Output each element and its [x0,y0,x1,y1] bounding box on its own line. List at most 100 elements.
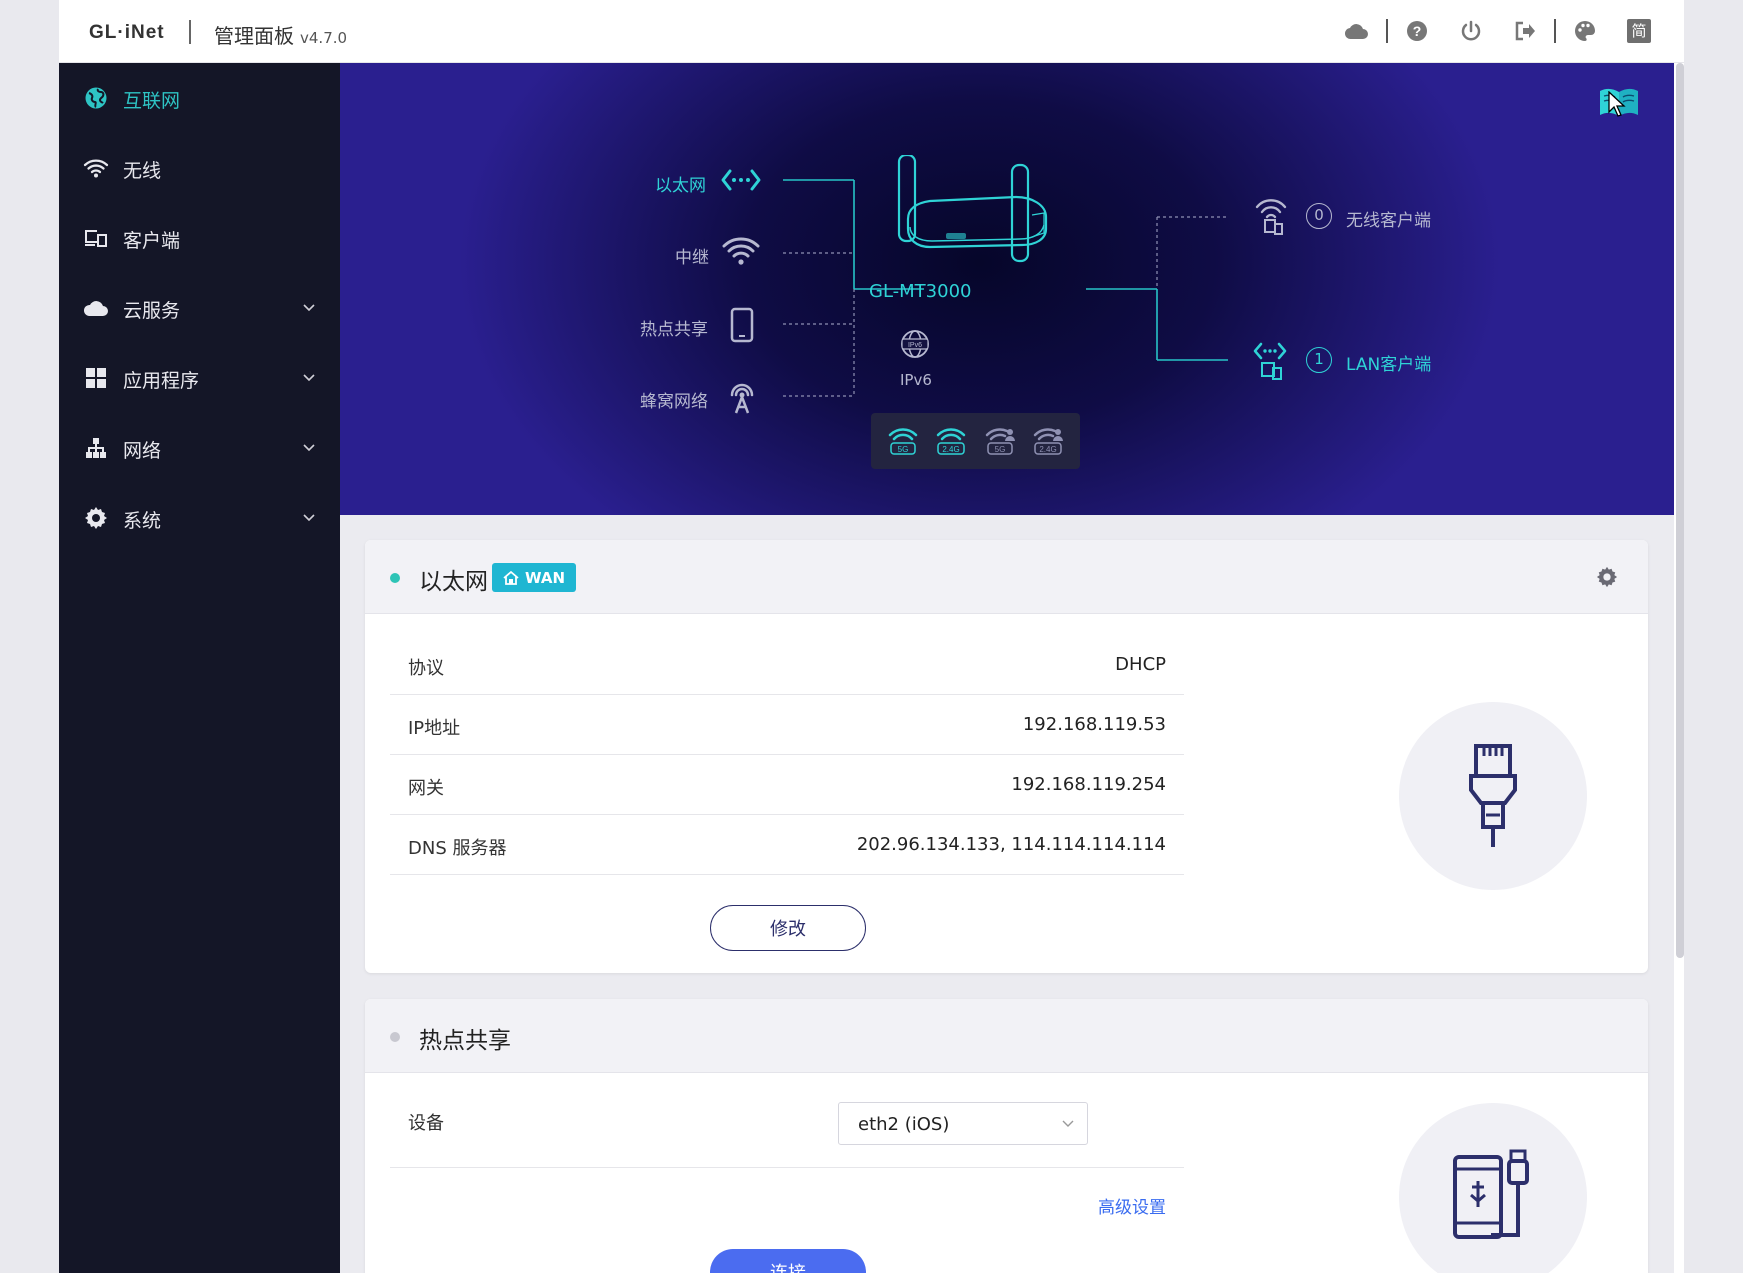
power-icon[interactable] [1458,18,1484,44]
palette-icon[interactable] [1572,18,1598,44]
card-title: 热点共享 [419,1028,511,1054]
tethering-card: 热点共享 设备 eth2 (iOS) 高级设置 连接 [365,999,1648,1273]
status-dot-connected [390,573,400,583]
row-key: 协议 [408,658,444,679]
help-icon[interactable]: ? [1404,18,1430,44]
wireless-client-icon[interactable] [1255,197,1289,239]
row-key: DNS 服务器 [408,838,507,859]
guest-wifi-5g-icon[interactable]: 5G [983,424,1017,458]
ipv6-badge-text: IPv6 [908,342,922,349]
device-select-row: 设备 eth2 (iOS) [390,1073,1184,1168]
device-model-name: GL-MT3000 [869,281,972,302]
wifi-5g-icon[interactable]: 5G [886,424,920,458]
advanced-settings-link[interactable]: 高级设置 [1098,1193,1166,1218]
toolbar-separator [1386,19,1388,43]
sidebar: 互联网 无线 客户端 云服务 应用程序 网络 系统 [59,63,340,1273]
connect-button[interactable]: 连接 [710,1249,866,1273]
lan-client-icon[interactable] [1253,341,1289,385]
ipv6-globe-icon[interactable]: IPv6 [895,329,935,363]
home-icon [503,570,519,585]
wan-badge: WAN [492,563,577,592]
row-key: IP地址 [408,718,461,739]
language-button[interactable]: 简 [1627,19,1651,43]
svg-text:?: ? [1413,23,1422,39]
info-row-ip: IP地址 192.168.119.53 [390,695,1184,755]
sidebar-item-label: 系统 [123,510,162,532]
band-label: 2.4G [943,445,960,454]
wan-badge-label: WAN [525,568,566,587]
device-label: 设备 [408,1113,444,1134]
wireless-client-count[interactable]: 0 [1306,203,1332,229]
sidebar-item-cloud[interactable]: 云服务 [59,273,340,343]
info-row-dns: DNS 服务器 202.96.134.133, 114.114.114.114 [390,815,1184,875]
chevron-down-icon [303,444,315,452]
ipv6-label: IPv6 [900,371,932,389]
band-label: 5G [994,445,1005,454]
cloud-icon[interactable] [1344,18,1370,44]
modify-button[interactable]: 修改 [710,905,866,951]
header-toolbar: ? 简 [1330,18,1666,44]
row-value: 192.168.119.53 [1022,714,1166,735]
card-title: 以太网 [419,569,488,595]
sidebar-item-system[interactable]: 系统 [59,483,340,553]
cloud-icon [83,295,109,321]
top-header: GL·iNet 管理面板 v4.7.0 ? 简 [59,0,1684,63]
main-content: 以太网 WAN 协议 DHCP IP地址 192.168.119.53 网关 1… [340,515,1674,1273]
logout-icon[interactable] [1512,18,1538,44]
sidebar-item-label: 无线 [123,160,162,182]
chevron-down-icon [303,514,315,522]
row-value: DHCP [1115,654,1166,675]
sidebar-item-label: 云服务 [123,300,181,322]
sidebar-item-label: 客户端 [123,230,181,252]
sidebar-item-apps[interactable]: 应用程序 [59,343,340,413]
card-header: 热点共享 [365,999,1648,1073]
brand-logo: GL·iNet [89,22,165,43]
sidebar-item-internet[interactable]: 互联网 [59,63,340,133]
info-row-protocol: 协议 DHCP [390,635,1184,695]
settings-gear-icon[interactable] [1596,566,1618,588]
apps-icon [83,365,109,391]
card-header: 以太网 WAN [365,540,1648,614]
language-icon[interactable]: 简 [1626,18,1652,44]
phone-usb-icon [1453,1149,1529,1239]
info-row-gateway: 网关 192.168.119.254 [390,755,1184,815]
wireless-client-label[interactable]: 无线客户端 [1346,206,1431,231]
sidebar-item-network[interactable]: 网络 [59,413,340,483]
device-select-value: eth2 (iOS) [858,1114,950,1135]
globe-icon [83,85,109,111]
lan-client-label[interactable]: LAN客户端 [1346,350,1431,375]
guest-wifi-24g-icon[interactable]: 2.4G [1031,424,1065,458]
lan-client-count[interactable]: 1 [1306,347,1332,373]
network-icon [83,435,109,461]
sidebar-item-wireless[interactable]: 无线 [59,133,340,203]
wifi-24g-icon[interactable]: 2.4G [934,424,968,458]
devices-icon [83,225,109,251]
chevron-down-icon [303,304,315,312]
sidebar-item-clients[interactable]: 客户端 [59,203,340,273]
chevron-down-icon [1062,1120,1074,1127]
ethernet-illustration [1399,702,1587,890]
status-dot-disconnected [390,1032,400,1042]
wifi-band-status: 5G 2.4G 5G 2.4G [871,413,1080,469]
toolbar-separator [1554,19,1556,43]
row-value: 192.168.119.254 [1011,774,1166,795]
router-device-image [894,153,1064,269]
row-value: 202.96.134.133, 114.114.114.114 [856,834,1166,855]
sidebar-item-label: 应用程序 [123,370,200,392]
chevron-down-icon [303,374,315,382]
sidebar-item-label: 互联网 [123,90,181,112]
row-key: 网关 [408,778,444,799]
title-text: 管理面板 [214,24,294,48]
tethering-illustration [1399,1103,1587,1273]
ethernet-cable-icon [1469,744,1517,847]
page-scrollbar[interactable] [1676,63,1684,958]
sidebar-item-label: 网络 [123,440,162,462]
app-window: GL·iNet 管理面板 v4.7.0 ? 简 互联网 无线 客户端 云服务 应… [59,0,1684,1273]
device-select[interactable]: eth2 (iOS) [838,1102,1088,1145]
wifi-icon [83,155,109,181]
band-label: 2.4G [1039,445,1056,454]
network-topology-panel: 以太网 中继 热点共享 蜂窝网络 GL-MT3000 IPv6 IPv6 5G … [340,63,1674,515]
band-label: 5G [898,445,909,454]
version-text: v4.7.0 [300,29,348,47]
header-divider [189,20,191,44]
